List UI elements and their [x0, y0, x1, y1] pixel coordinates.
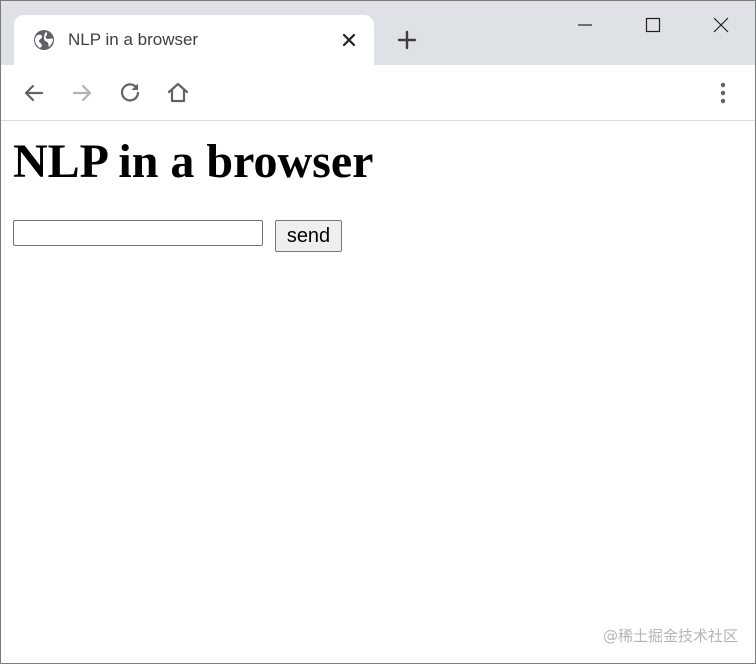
page-heading: NLP in a browser: [13, 135, 374, 188]
send-button[interactable]: send: [275, 220, 342, 252]
browser-toolbar: [1, 65, 755, 121]
watermark-text: @稀土掘金技术社区: [602, 627, 738, 645]
page-content: NLP in a browser send: [1, 121, 755, 663]
globe-icon: [33, 29, 55, 51]
window-close-icon[interactable]: [707, 11, 735, 39]
tab-title: NLP in a browser: [68, 30, 199, 49]
arrow-right-icon[interactable]: [68, 79, 96, 107]
arrow-left-icon[interactable]: [20, 79, 48, 107]
vertical-dots-menu-icon[interactable]: [709, 79, 737, 107]
tab-strip: NLP in a browser: [1, 1, 755, 65]
maximize-icon[interactable]: [639, 11, 667, 39]
browser-tab[interactable]: NLP in a browser: [14, 15, 374, 65]
new-tab-plus-icon[interactable]: [395, 28, 419, 52]
minimize-icon[interactable]: [571, 11, 599, 39]
browser-window: NLP in a browser NLP in a browser send @…: [0, 0, 756, 664]
tab-close-icon[interactable]: [340, 31, 358, 49]
message-input[interactable]: [13, 220, 263, 246]
reload-icon[interactable]: [116, 79, 144, 107]
home-icon[interactable]: [164, 79, 192, 107]
